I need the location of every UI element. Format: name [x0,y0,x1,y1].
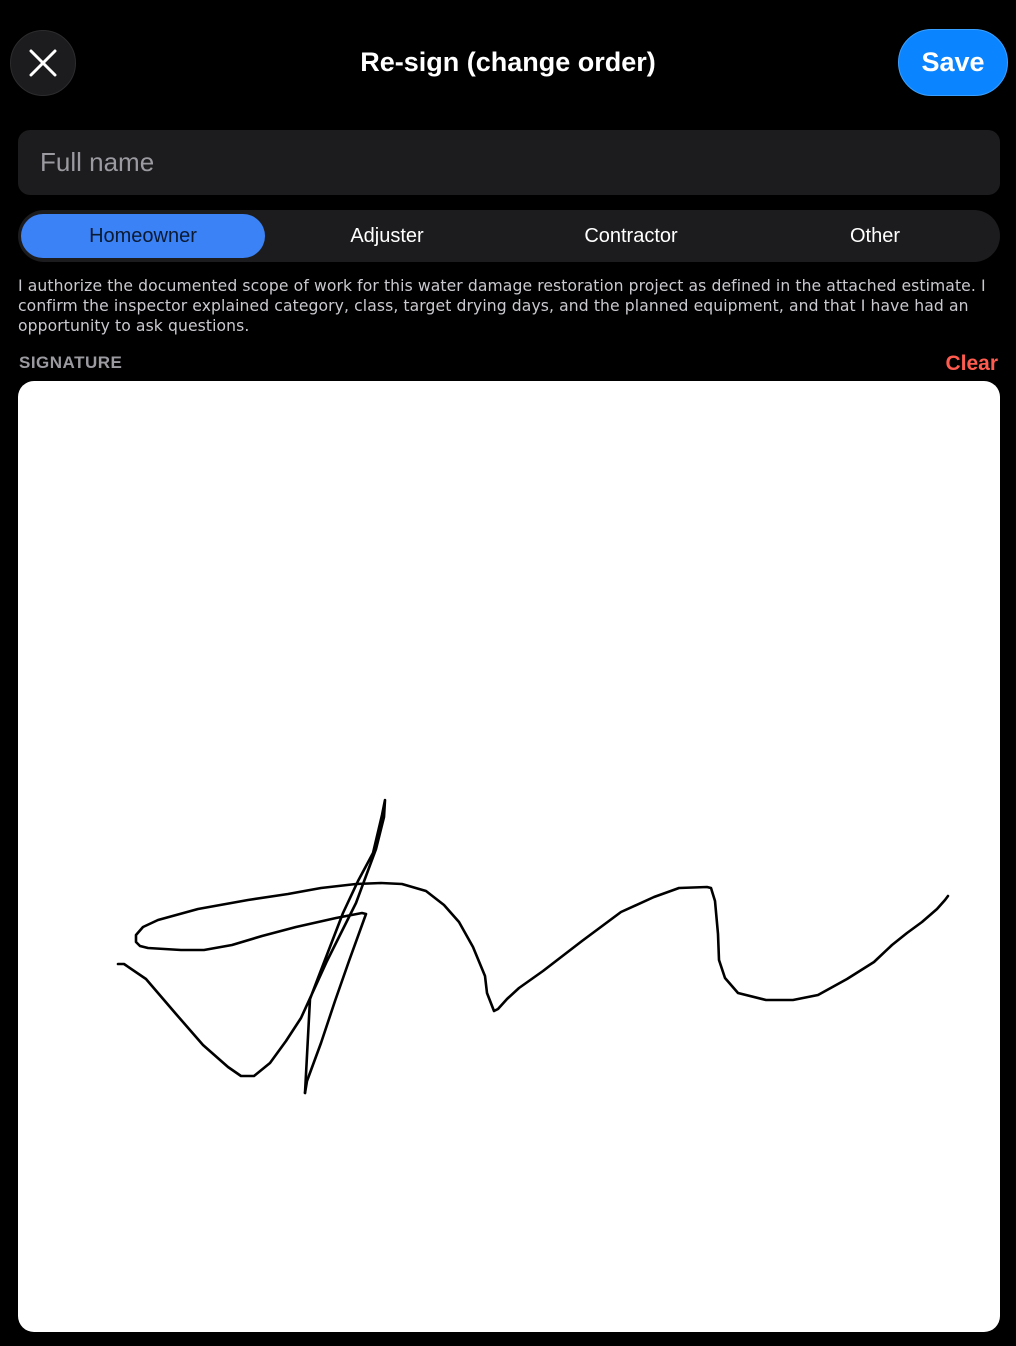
signature-pad[interactable] [18,381,1000,1332]
role-option-other[interactable]: Other [753,214,997,258]
close-icon [29,49,57,77]
signature-label: SIGNATURE [19,353,123,372]
page-title: Re-sign (change order) [360,47,656,77]
authorization-text: I authorize the documented scope of work… [18,277,986,335]
signature-stroke [116,798,950,1095]
clear-signature-button[interactable]: Clear [945,352,998,376]
save-button[interactable]: Save [898,29,1008,96]
role-option-adjuster[interactable]: Adjuster [265,214,509,258]
close-button[interactable] [10,30,76,96]
role-selector: Homeowner Adjuster Contractor Other [18,210,1000,262]
header: Re-sign (change order) Save [0,0,1016,128]
role-option-homeowner[interactable]: Homeowner [21,214,265,258]
re-sign-screen: Re-sign (change order) Save Homeowner Ad… [0,0,1016,1346]
full-name-input[interactable] [18,130,1000,195]
role-option-contractor[interactable]: Contractor [509,214,753,258]
